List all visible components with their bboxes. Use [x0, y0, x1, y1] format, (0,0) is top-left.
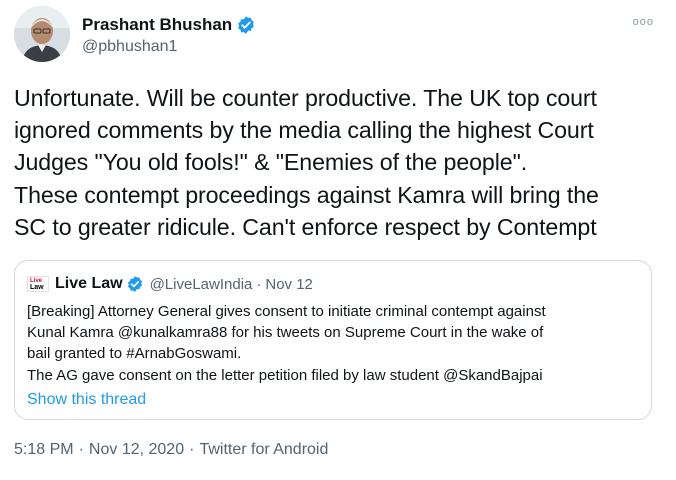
tweet-card: Prashant Bhushan @pbhushan1 ooo Unfortun… — [0, 0, 676, 480]
tweet-header: Prashant Bhushan @pbhushan1 ooo — [14, 6, 662, 64]
author-block: Prashant Bhushan @pbhushan1 — [82, 14, 256, 56]
quoted-display-name[interactable]: Live Law — [55, 275, 123, 293]
verified-badge-icon — [126, 275, 144, 293]
tweet-text-line: SC to greater ridicule. Can't enforce re… — [14, 213, 597, 240]
tweet-text-line: Unfortunate. Will be counter productive.… — [14, 85, 597, 111]
quoted-separator: · — [256, 275, 262, 293]
quoted-tweet-text: [Breaking] Attorney General gives consen… — [27, 301, 647, 386]
tweet-text-line: Judges "You old fools!" & "Enemies of th… — [14, 149, 528, 176]
verified-badge-icon — [236, 15, 256, 35]
tweet-meta: 5:18 PM · Nov 12, 2020 · Twitter for And… — [14, 441, 328, 459]
quoted-handle[interactable]: @LiveLawIndia — [150, 276, 253, 293]
show-thread-link[interactable]: Show this thread — [27, 391, 146, 409]
tweet-text-line: ignored comments by the media calling th… — [14, 117, 594, 144]
avatar-image — [14, 6, 70, 62]
tweet-source[interactable]: Twitter for Android — [199, 441, 328, 459]
quoted-text-line: bail granted to #ArnabGoswami. — [27, 345, 242, 363]
author-display-name[interactable]: Prashant Bhushan — [82, 15, 232, 35]
tweet-text: Unfortunate. Will be counter productive.… — [14, 82, 664, 243]
author-name-row: Prashant Bhushan — [82, 14, 256, 36]
quoted-tweet[interactable]: Live Law Live Law @LiveLawIndia · Nov 12… — [14, 260, 652, 420]
quoted-text-line: The AG gave consent on the letter petiti… — [27, 366, 543, 384]
live-law-logo-line2: Law — [30, 284, 44, 291]
more-options-icon[interactable]: ooo — [633, 16, 654, 28]
meta-separator: · — [78, 441, 84, 458]
quoted-tweet-header: Live Law Live Law @LiveLawIndia · Nov 12 — [27, 274, 313, 294]
tweet-date[interactable]: Nov 12, 2020 — [89, 441, 184, 459]
quoted-text-line: Kunal Kamra @kunalkamra88 for his tweets… — [27, 324, 544, 342]
live-law-logo: Live Law — [27, 276, 49, 292]
quoted-text-line: [Breaking] Attorney General gives consen… — [27, 303, 546, 320]
author-handle[interactable]: @pbhushan1 — [82, 38, 256, 56]
tweet-time[interactable]: 5:18 PM — [14, 441, 74, 459]
tweet-text-line: These contempt proceedings against Kamra… — [14, 181, 599, 208]
avatar[interactable] — [14, 6, 70, 62]
meta-separator: · — [189, 441, 195, 458]
quoted-date[interactable]: Nov 12 — [265, 276, 313, 293]
